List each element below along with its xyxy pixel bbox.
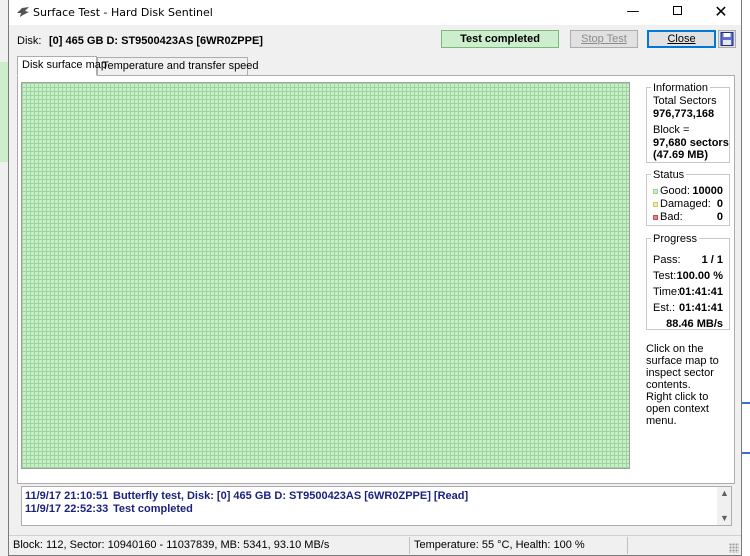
disk-name: [0] 465 GB D: ST9500423AS [6WR0ZPPE] <box>49 35 263 47</box>
block-info: Block: 112, Sector: 10940160 - 11037839,… <box>13 539 330 551</box>
log-timestamp: 11/9/17 21:10:51 <box>25 490 109 502</box>
total-sectors-label: Total Sectors <box>653 95 717 107</box>
tab-temperature-transfer-speed[interactable]: Temperature and transfer speed <box>97 57 259 76</box>
inspect-hint: Click on the surface map to inspect sect… <box>646 343 719 391</box>
damaged-label: Damaged: <box>660 198 711 210</box>
maximize-icon <box>672 6 682 15</box>
speed-value: 88.46 MB/s <box>666 318 723 330</box>
sentinel-app-icon <box>17 7 29 17</box>
information-title: Information <box>651 82 711 94</box>
close-button[interactable]: Close <box>647 30 716 48</box>
status-bar: Block: 112, Sector: 10940160 - 11037839,… <box>9 535 741 555</box>
block-size-value: (47.69 MB) <box>653 149 709 161</box>
toolbar: Disk: [0] 465 GB D: ST9500423AS [6WR0ZPP… <box>9 25 741 54</box>
block-label: Block = <box>653 124 690 136</box>
bad-label: Bad: <box>660 211 683 223</box>
log-entry: 11/9/17 22:52:33 Test completed <box>25 503 193 515</box>
good-swatch <box>653 188 658 194</box>
test-label: Test: <box>653 270 677 282</box>
est-value: 01:41:41 <box>678 302 723 314</box>
temperature-health: Temperature: 55 °C, Health: 100 % <box>414 539 585 551</box>
surface-test-window: Surface Test - Hard Disk Sentinel — ✕ Di… <box>8 0 742 556</box>
context-menu-hint: Right click to open context menu. <box>646 391 709 427</box>
bad-count: 0 <box>716 211 723 223</box>
good-label: Good: <box>660 185 690 197</box>
tab-panel: Information Total Sectors 976,773,168 Bl… <box>17 75 735 484</box>
window-title: Surface Test - Hard Disk Sentinel <box>33 6 213 19</box>
pass-value: 1 / 1 <box>701 254 723 266</box>
status-title: Status <box>651 169 687 181</box>
scroll-up-icon[interactable]: ▲ <box>720 488 729 498</box>
time-value: 01:41:41 <box>678 286 723 298</box>
scroll-down-icon[interactable]: ▼ <box>720 513 729 523</box>
log-timestamp: 11/9/17 22:52:33 <box>25 503 109 515</box>
title-bar[interactable]: Surface Test - Hard Disk Sentinel — ✕ <box>9 0 741 25</box>
status-divider <box>409 537 410 554</box>
minimize-icon: — <box>626 4 640 19</box>
save-report-button[interactable] <box>718 30 736 48</box>
floppy-disk-icon <box>720 32 734 46</box>
progress-group: Progress Pass: 1 / 1 Test: 100.00 % Time… <box>646 233 730 330</box>
resize-grip[interactable] <box>729 543 739 553</box>
bad-swatch <box>653 214 658 220</box>
total-sectors-value: 976,773,168 <box>653 108 715 120</box>
progress-title: Progress <box>651 233 700 245</box>
est-label: Est.: <box>653 302 676 314</box>
maximize-button[interactable] <box>655 0 699 25</box>
log-scrollbar[interactable]: ▲ ▼ <box>717 487 731 525</box>
status-group: Status Good: 10000 Damaged: 0 Bad: 0 <box>646 169 730 226</box>
log-entry: 11/9/17 21:10:51 Butterfly test, Disk: [0… <box>25 490 468 502</box>
information-group: Information Total Sectors 976,773,168 Bl… <box>646 82 730 163</box>
window-close-button[interactable]: ✕ <box>699 0 743 25</box>
pass-label: Pass: <box>653 254 681 266</box>
test-percent: 100.00 % <box>676 270 723 282</box>
good-count: 10000 <box>692 185 723 197</box>
event-log[interactable]: 11/9/17 21:10:51 Butterfly test, Disk: [0… <box>21 486 732 526</box>
time-label: Time: <box>653 286 681 298</box>
disk-surface-map[interactable] <box>21 82 630 469</box>
damaged-swatch <box>653 201 658 207</box>
damaged-count: 0 <box>716 198 723 210</box>
test-status-badge: Test completed <box>441 30 559 48</box>
log-message: Test completed <box>113 503 193 515</box>
tab-disk-surface-map[interactable]: Disk surface map <box>17 56 107 76</box>
minimize-button[interactable]: — <box>611 0 655 25</box>
stop-test-button[interactable]: Stop Test <box>570 30 638 48</box>
status-divider <box>627 537 628 554</box>
block-sectors-value: 97,680 sectors <box>653 137 729 149</box>
close-icon: ✕ <box>714 2 728 21</box>
log-message: Butterfly test, Disk: [0] 465 GB D: ST95… <box>113 490 469 502</box>
disk-label: Disk: <box>17 35 42 47</box>
